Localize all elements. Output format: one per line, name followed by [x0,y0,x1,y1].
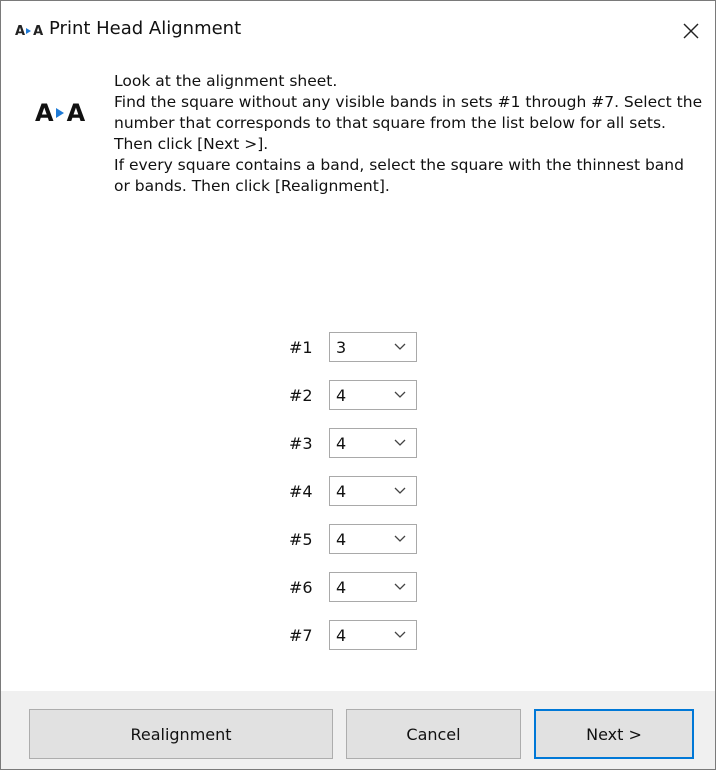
close-icon [683,23,699,39]
set-label: #1 [289,337,313,357]
icon-letter-right: A [33,23,43,39]
instructions-text: Look at the alignment sheet. Find the sq… [114,71,704,197]
set-label: #7 [289,625,313,645]
set-2-select[interactable]: 4 [329,380,417,410]
set-7-select[interactable]: 4 [329,620,417,650]
icon-letter-right: A [66,99,86,127]
chevron-down-icon [394,535,406,542]
instruction-line-3: If every square contains a band, select … [114,156,684,195]
set-label: #6 [289,577,313,597]
set-row-6: #6 4 [289,571,417,603]
print-head-alignment-dialog: AA Print Head Alignment AA Look at the a… [0,0,716,770]
set-6-select[interactable]: 4 [329,572,417,602]
select-value: 4 [336,625,347,645]
chevron-down-icon [394,343,406,350]
chevron-down-icon [394,439,406,446]
title-bar: AA Print Head Alignment [1,1,715,61]
instruction-line-1: Look at the alignment sheet. [114,72,338,90]
chevron-down-icon [394,583,406,590]
set-3-select[interactable]: 4 [329,428,417,458]
set-row-4: #4 4 [289,475,417,507]
arrow-icon [26,28,32,34]
select-value: 4 [336,577,347,597]
close-button[interactable] [667,1,715,61]
dialog-content: AA Look at the alignment sheet. Find the… [1,61,715,769]
app-icon: AA [15,22,43,40]
next-button[interactable]: Next > [534,709,694,759]
set-row-5: #5 4 [289,523,417,555]
set-4-select[interactable]: 4 [329,476,417,506]
set-row-1: #1 3 [289,331,417,363]
set-5-select[interactable]: 4 [329,524,417,554]
set-label: #3 [289,433,313,453]
set-1-select[interactable]: 3 [329,332,417,362]
window-title: Print Head Alignment [49,18,242,39]
cancel-button[interactable]: Cancel [346,709,521,759]
select-value: 4 [336,481,347,501]
arrow-icon [55,108,64,118]
realignment-button[interactable]: Realignment [29,709,333,759]
chevron-down-icon [394,487,406,494]
alignment-icon: AA [35,99,86,127]
instruction-line-2: Find the square without any visible band… [114,93,703,153]
icon-letter-left: A [35,99,54,127]
chevron-down-icon [394,391,406,398]
set-row-3: #3 4 [289,427,417,459]
set-row-7: #7 4 [289,619,417,651]
select-value: 4 [336,433,347,453]
set-label: #5 [289,529,313,549]
set-label: #4 [289,481,313,501]
set-row-2: #2 4 [289,379,417,411]
chevron-down-icon [394,631,406,638]
select-value: 4 [336,385,347,405]
set-label: #2 [289,385,313,405]
icon-letter-left: A [15,23,25,39]
select-value: 3 [336,337,347,357]
select-value: 4 [336,529,347,549]
